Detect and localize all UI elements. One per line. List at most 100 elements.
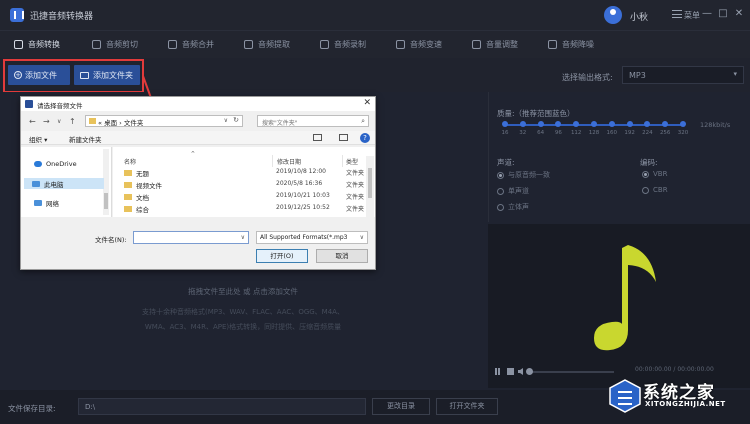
channel-radio-original[interactable]: 与原音频一致	[497, 170, 550, 180]
noise-icon	[548, 39, 557, 49]
watermark-url: XITONGZHIJIA.NET	[645, 400, 726, 408]
menu-icon[interactable]	[672, 10, 682, 18]
slider-stop[interactable]	[537, 121, 544, 127]
help-icon[interactable]: ?	[360, 133, 370, 143]
chevron-down-icon[interactable]: ∨	[241, 234, 245, 241]
file-list-scrollbar[interactable]	[366, 156, 374, 218]
column-name[interactable]: 名称	[124, 157, 136, 166]
radio-icon	[642, 170, 649, 178]
encoding-radio-cbr[interactable]: CBR	[642, 186, 668, 194]
stop-icon[interactable]	[507, 368, 514, 375]
tab-audio-convert[interactable]: 音频转换	[14, 30, 60, 58]
volume-icon	[472, 39, 481, 49]
column-divider[interactable]	[342, 155, 343, 167]
cloud-icon	[34, 161, 42, 167]
back-arrow-icon[interactable]: ←	[29, 117, 36, 126]
folder-icon	[124, 194, 132, 200]
file-scroll-thumb[interactable]	[368, 168, 372, 198]
pane-divider[interactable]	[111, 147, 112, 217]
folder-icon	[124, 182, 132, 188]
file-type-filter[interactable]: All Supported Formats(*.mp3 ∨	[256, 231, 368, 244]
maximize-button[interactable]: □	[716, 7, 730, 21]
chevron-down-icon[interactable]: ∨	[57, 118, 61, 125]
pause-icon[interactable]	[494, 368, 501, 375]
username[interactable]: 小秋	[630, 10, 648, 23]
tab-audio-extract[interactable]: 音频提取	[244, 30, 290, 58]
up-arrow-icon[interactable]: ↑	[69, 117, 76, 126]
organize-button[interactable]: 组织 ▾	[29, 134, 47, 144]
close-icon[interactable]: ✕	[363, 98, 371, 108]
file-row[interactable]: 无题	[124, 168, 149, 178]
scissors-icon	[92, 39, 101, 49]
menu-label[interactable]: 菜单	[684, 10, 700, 21]
radio-icon	[497, 203, 504, 211]
slider-tick-label: 256	[659, 130, 671, 136]
folder-icon	[89, 118, 96, 124]
file-type: 文件夹	[346, 194, 365, 201]
channel-radio-mono[interactable]: 单声道	[497, 186, 529, 196]
slider-tick-label: 112	[570, 130, 582, 136]
chevron-down-icon[interactable]: ∨	[224, 117, 228, 124]
address-bar[interactable]: « 桌面 › 文件夹 ∨ ↻	[85, 115, 243, 127]
slider-stop[interactable]	[519, 121, 526, 127]
slider-tick-label: 16	[501, 130, 509, 136]
column-date[interactable]: 修改日期	[277, 157, 301, 166]
progress-handle[interactable]	[526, 368, 533, 375]
file-row[interactable]: 文档	[124, 192, 149, 202]
slider-stop[interactable]	[591, 121, 597, 127]
minimize-button[interactable]: —	[700, 7, 714, 21]
preview-pane-icon[interactable]	[339, 134, 348, 141]
forward-arrow-icon[interactable]: →	[43, 117, 50, 126]
refresh-icon[interactable]: ↻	[233, 116, 239, 124]
format-select[interactable]: MP3 ▾	[622, 66, 744, 84]
speed-icon	[396, 39, 405, 49]
bitrate-value: 128kbit/s	[700, 121, 731, 129]
tab-audio-merge[interactable]: 音频合并	[168, 30, 214, 58]
file-date: 2020/5/8 16:36	[276, 180, 323, 187]
view-icon[interactable]	[313, 134, 322, 141]
file-date: 2019/10/8 12:00	[276, 168, 326, 175]
avatar-icon[interactable]	[604, 6, 622, 24]
tab-audio-speed[interactable]: 音频变速	[396, 30, 442, 58]
nav-item-this-pc[interactable]: 此电脑	[24, 178, 104, 189]
change-dir-button[interactable]: 更改目录	[372, 398, 430, 415]
radio-icon	[497, 187, 504, 195]
slider-tick-label: 128	[588, 130, 600, 136]
tab-noise-reduce[interactable]: 音频降噪	[548, 30, 594, 58]
column-type[interactable]: 类型	[346, 157, 358, 166]
slider-tick-label: 224	[642, 130, 653, 136]
file-date: 2019/12/25 10:52	[276, 204, 330, 211]
open-button[interactable]: 打开(O)	[256, 249, 308, 263]
tab-audio-cut[interactable]: 音频剪切	[92, 30, 138, 58]
slider-stop[interactable]	[608, 121, 615, 127]
nav-item-onedrive[interactable]: OneDrive	[34, 160, 77, 168]
slider-stop[interactable]	[626, 121, 633, 127]
tab-audio-record[interactable]: 音频录制	[320, 30, 366, 58]
file-row[interactable]: 综合	[124, 204, 149, 214]
close-button[interactable]: ✕	[732, 7, 746, 21]
filename-input[interactable]: ∨	[133, 231, 249, 244]
channel-radio-stereo[interactable]: 立体声	[497, 202, 529, 212]
slider-tick-label: 64	[537, 130, 545, 136]
slider-stop[interactable]	[502, 121, 508, 127]
encoding-label: 编码:	[640, 158, 658, 167]
nav-scroll-thumb[interactable]	[104, 193, 108, 209]
progress-bar[interactable]	[528, 371, 614, 373]
speaker-icon[interactable]	[518, 368, 525, 375]
cancel-button[interactable]: 取消	[316, 249, 368, 263]
open-folder-button[interactable]: 打开文件夹	[436, 398, 498, 415]
folder-icon	[124, 206, 132, 212]
tab-volume-adjust[interactable]: 音量调整	[472, 30, 518, 58]
slider-stop[interactable]	[680, 121, 686, 127]
file-row[interactable]: 视频文件	[124, 180, 162, 190]
drop-sub-line1: 支持十余种音频格式(MP3、WAV、FLAC、AAC、OGG、M4A、	[142, 308, 344, 316]
nav-item-network[interactable]: 网络	[34, 198, 59, 208]
encoding-radio-vbr[interactable]: VBR	[642, 170, 667, 178]
drop-hint[interactable]: 拖拽文件至此处 或 点击添加文件	[0, 286, 486, 297]
search-input[interactable]: 搜索"文件夹" ⌕	[257, 115, 369, 127]
save-dir-input[interactable]: D:\	[78, 398, 366, 415]
slider-tick-label: 320	[677, 130, 689, 136]
new-folder-button[interactable]: 新建文件夹	[69, 134, 102, 144]
computer-icon	[32, 180, 40, 187]
column-divider[interactable]	[272, 155, 273, 167]
